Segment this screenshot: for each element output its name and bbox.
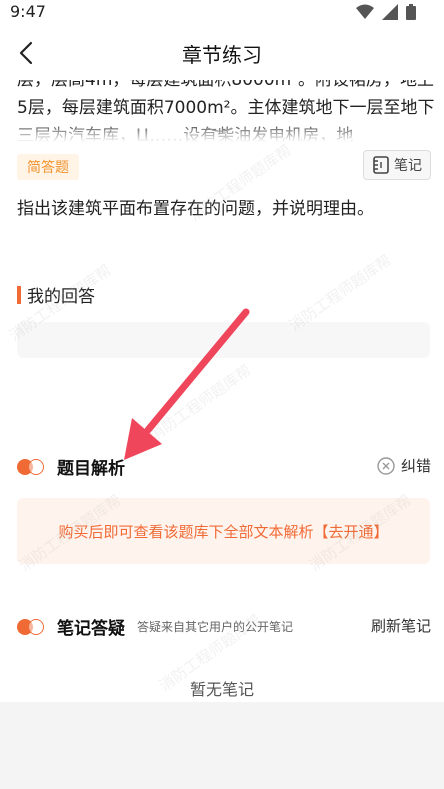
status-bar: 9:47 (0, 0, 444, 26)
section-accent-bar (17, 285, 21, 304)
signal-icon (382, 4, 398, 20)
question-panel: 简答题 笔记 指出该建筑平面布置存在的问题，并说明理由。 我的回答 题目解析 纠… (0, 141, 444, 702)
note-button-label: 笔记 (394, 158, 422, 174)
empty-notes-text: 暂无笔记 (189, 680, 254, 699)
notebook-icon (373, 156, 389, 174)
refresh-notes-button[interactable]: 刷新笔记 (371, 615, 431, 636)
expand-chevron-icon[interactable]: ︶ (207, 122, 233, 142)
question-stem[interactable]: 层，层高4m，每层建筑面积8000m²。附设裙房，地上5层，每层建筑面积7000… (0, 80, 444, 142)
analysis-locked-box: 购买后即可查看该题库下全部文本解析【去开通】 (17, 498, 430, 564)
question-type-badge: 简答题 (17, 154, 79, 180)
my-answer-title: 我的回答 (27, 287, 95, 307)
section-dots-icon (17, 618, 47, 636)
status-time: 9:47 (10, 2, 46, 21)
page-title: 章节练习 (182, 43, 262, 67)
battery-icon (406, 4, 416, 20)
notes-title: 笔记答疑 (57, 619, 125, 639)
my-answer-header: 我的回答 (17, 282, 95, 307)
notes-subtitle: 答疑来自其它用户的公开笔记 (137, 620, 294, 634)
note-button[interactable]: 笔记 (363, 150, 431, 180)
section-dots-icon (17, 458, 47, 476)
analysis-title: 题目解析 (57, 459, 125, 479)
wifi-icon (356, 4, 374, 19)
status-icons (356, 4, 416, 20)
purchase-link[interactable]: 购买后即可查看该题库下全部文本解析【去开通】 (58, 521, 388, 542)
close-circle-icon (377, 456, 395, 475)
answer-input[interactable] (17, 322, 430, 358)
report-error-label: 纠错 (400, 457, 431, 475)
report-error-button[interactable]: 纠错 (377, 455, 431, 476)
watermark: 消防工程师题库帮 (145, 361, 255, 445)
app-header: 章节练习 (0, 26, 444, 80)
analysis-header: 题目解析 (17, 454, 125, 479)
notes-header: 笔记答疑 答疑来自其它用户的公开笔记 (17, 614, 293, 639)
question-text: 指出该建筑平面布置存在的问题，并说明理由。 (17, 199, 374, 219)
